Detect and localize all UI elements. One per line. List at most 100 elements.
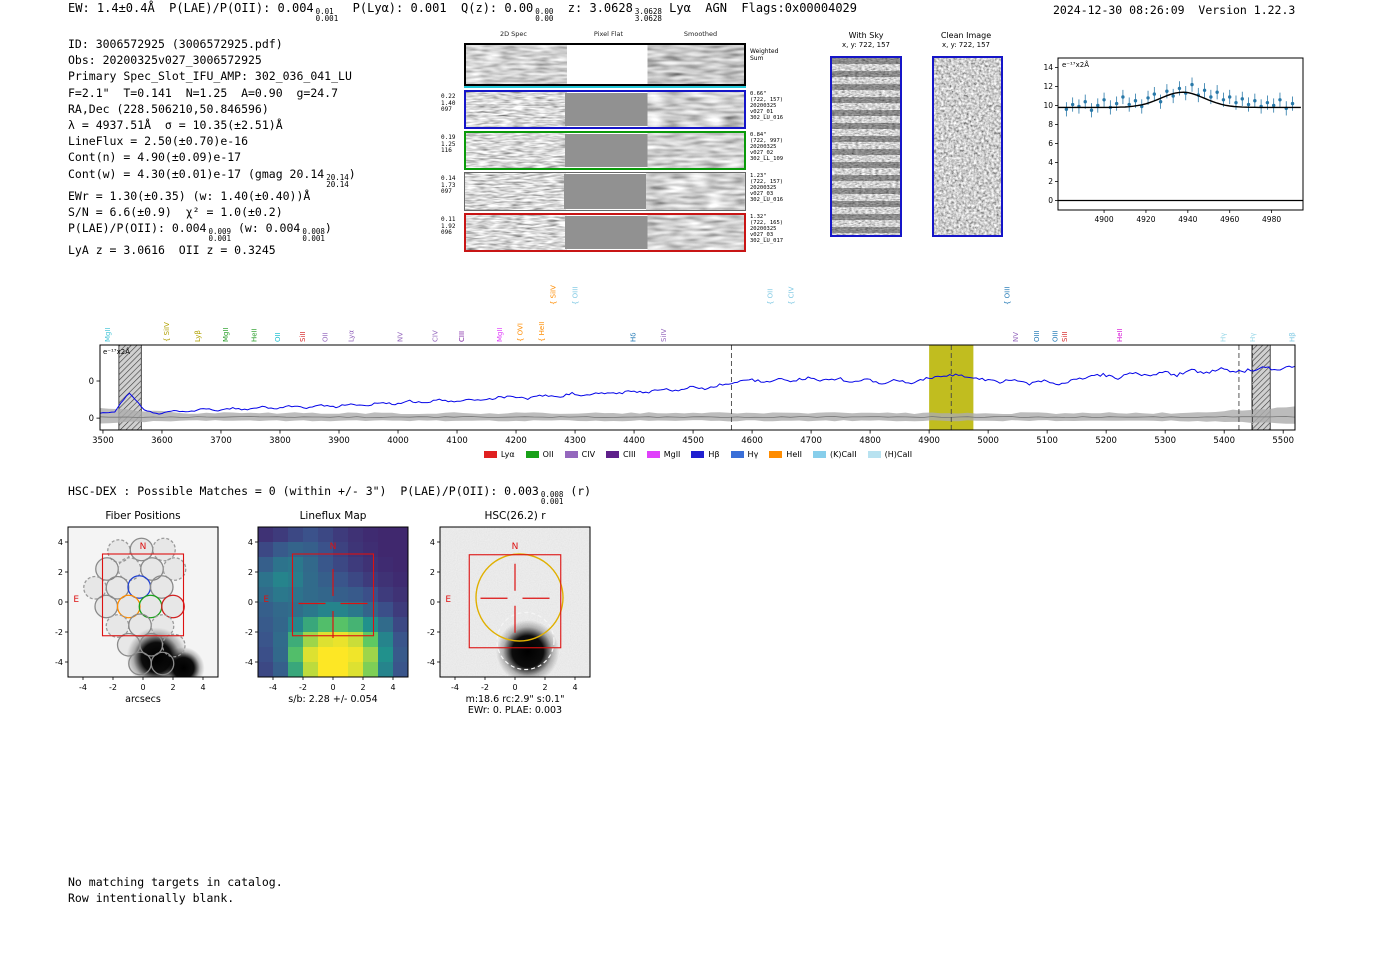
legend-label: HeII: [786, 450, 802, 459]
fiber-circle: [127, 575, 152, 599]
y-tick-label: 0: [89, 414, 94, 424]
noise-band: [100, 406, 1295, 424]
compass-east-label: E: [73, 595, 79, 605]
spec2d-column-header: Pixel Flat: [593, 30, 624, 38]
y-tick-label: -2: [245, 628, 253, 637]
clean-image-coords: x, y: 722, 157: [942, 41, 990, 49]
x-tick-label: 0: [330, 683, 335, 692]
info-line: λ = 4937.51Å σ = 10.35(±2.51)Å: [68, 117, 356, 133]
weighted-sum-panel: [464, 43, 746, 86]
emission-line-label: Hγ: [1249, 333, 1257, 342]
legend-item: CIV: [564, 450, 595, 459]
x-tick-label: 4: [390, 683, 395, 692]
lineflux-map-cutout: Lineflux Map -4 -4 -2 -2 0 0 2 2 4 4 s/b: 2.28 +/- …: [245, 510, 409, 705]
heatmap-cell: [288, 647, 304, 663]
heatmap-cell: [258, 647, 274, 663]
heatmap-cell: [303, 587, 319, 603]
x-tick-label: 4000: [387, 436, 409, 446]
x-tick-label: 5100: [1036, 436, 1058, 446]
x-tick-label: 4900: [918, 436, 940, 446]
legend-swatch: [730, 451, 744, 458]
data-point: [1133, 99, 1138, 103]
x-tick-label: 3800: [269, 436, 291, 446]
x-tick-label: 5500: [1272, 436, 1294, 446]
heatmap-cell: [303, 572, 319, 588]
x-tick-label: -4: [79, 683, 87, 692]
text-segment: S/N = 6.6(±0.9) χ² = 1.0(±0.2): [68, 204, 283, 219]
emission-line-label: OII: [321, 332, 329, 342]
heatmap-cell: [273, 527, 289, 543]
spec2d-row: [464, 172, 746, 211]
x-tick-label: 4200: [505, 436, 527, 446]
x-tick-label: 4: [572, 683, 577, 692]
y-tick-label: 12: [1043, 82, 1053, 91]
clean-image-image: [932, 56, 1003, 237]
heatmap-cell: [318, 617, 334, 633]
emission-line-label: NV: [396, 332, 404, 342]
heatmap-cell: [363, 527, 379, 543]
emission-line-label: CIII: [458, 331, 466, 342]
heatmap-cell: [288, 617, 304, 633]
spec2d-column-header: Smoothed: [683, 30, 718, 38]
fiber-circle: [150, 651, 175, 676]
y-axis-label: e⁻¹⁷x2Å: [1062, 60, 1089, 69]
heatmap-cell: [288, 542, 304, 558]
info-line: RA,Dec (228.506210,50.846596): [68, 101, 356, 117]
heatmap-cell: [348, 527, 364, 543]
heatmap-cell: [348, 617, 364, 633]
emission-line-label: OII: [274, 332, 282, 342]
heatmap-cell: [348, 662, 364, 678]
heatmap-cell: [333, 602, 349, 618]
heatmap-cell: [378, 632, 394, 648]
emission-line-label: Hβ: [1289, 332, 1297, 342]
heatmap-cell: [258, 542, 274, 558]
data-point: [1127, 102, 1131, 107]
emission-line-label: { OIII: [1004, 287, 1012, 305]
heatmap-cell: [318, 557, 334, 573]
heatmap-cell: [273, 632, 289, 648]
heatmap-cell: [303, 557, 319, 573]
info-line: P(LAE)/P(OII): 0.004 0.009 0.001 (w: 0.004…: [68, 220, 356, 242]
spec2d-row: [464, 213, 746, 252]
spec2d-row-right-label: 1.32" (722, 165) 20200325 v027_03 302_LU_017: [750, 214, 783, 245]
emission-line-label: MgII: [496, 327, 504, 342]
fiber-circle: [161, 594, 185, 619]
emission-line-label: { OIII: [572, 287, 580, 305]
y-tick-label: 0: [430, 598, 435, 607]
full-spectrum-chart: 3500 3600 3700 3800 3900 4000 4100 4200 4300 4400…: [88, 285, 1297, 446]
text-segment: ): [324, 221, 332, 236]
legend-label: MgII: [663, 450, 681, 459]
cyan-separator: [464, 86, 746, 88]
emission-line-label: { OVI: [517, 323, 525, 342]
fiber-circle: [149, 575, 174, 599]
emission-line-label: Lyβ: [194, 330, 202, 342]
spec2d-row-left-label: 0.14 1.73 097: [441, 175, 462, 196]
right-label-line: 302_LU_016: [750, 196, 784, 203]
legend-swatch: [525, 451, 539, 458]
legend-swatch: [564, 451, 578, 458]
emission-line-label: SiII: [299, 331, 307, 342]
heatmap-cell: [348, 557, 364, 573]
heatmap-cell: [318, 587, 334, 603]
data-point: [1209, 95, 1213, 99]
x-tick-label: 4: [200, 683, 205, 692]
data-point: [1121, 95, 1125, 99]
x-tick-label: 4100: [446, 436, 468, 446]
y-tick-label: -4: [427, 658, 435, 667]
heatmap-cell: [333, 617, 349, 633]
heatmap-cell: [303, 632, 319, 648]
legend-item: MgII: [646, 450, 681, 459]
hsc-r-cutout: HSC(26.2) r -4 -4 -2 -2 0 0 2 2 4 4 m:18.6 rc:2.9" …: [427, 510, 591, 716]
y-tick-label: 10: [1043, 101, 1053, 110]
data-point: [1265, 100, 1270, 105]
heatmap-cell: [348, 572, 364, 588]
heatmap-cell: [273, 617, 289, 633]
legend-label: OII: [542, 450, 554, 459]
legend-item: CIII: [606, 450, 636, 459]
sup-sub-stack: 0.00 0.00: [535, 7, 554, 23]
y-tick-label: 4: [430, 538, 435, 547]
heatmap-cell: [378, 587, 394, 603]
with-sky-title: With Sky: [848, 31, 884, 40]
cutout-xlabel: m:18.6 rc:2.9" s:0.1": [466, 694, 565, 705]
heatmap-cell: [348, 542, 364, 558]
